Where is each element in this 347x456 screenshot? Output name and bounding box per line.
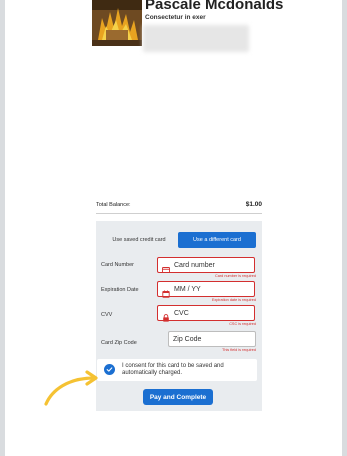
use-different-card-tab[interactable]: Use a different card (178, 232, 256, 248)
expiration-label: Expiration Date (101, 287, 139, 293)
card-number-error: Card number is required (215, 274, 256, 278)
lock-icon (162, 309, 170, 322)
balance-value: $1.00 (245, 201, 262, 208)
user-name: Pascale Mcdonalds (145, 0, 284, 13)
user-subtitle: Consectetur in exer (145, 14, 206, 21)
consent-box: I consent for this card to be saved and … (97, 359, 257, 381)
right-edge-shadow (342, 0, 347, 456)
expiration-input[interactable]: MM / YY (157, 281, 255, 298)
consent-checkbox[interactable] (104, 364, 115, 375)
expiration-error: Expiration date is required (211, 298, 256, 302)
pay-and-complete-button[interactable]: Pay and Complete (143, 389, 213, 405)
credit-card-icon (162, 261, 170, 273)
arrow-annotation-icon (44, 370, 98, 406)
zip-placeholder: Zip Code (173, 335, 202, 343)
calendar-icon (162, 285, 170, 298)
checkmark-icon (106, 367, 113, 372)
cvv-placeholder: CVC (174, 309, 189, 317)
zip-error: This field is required (222, 348, 256, 352)
expiration-placeholder: MM / YY (174, 285, 201, 293)
cvv-error: CSC is required (229, 322, 256, 326)
use-saved-card-tab[interactable]: Use saved credit card (103, 231, 175, 249)
payment-page: Pascale Mcdonalds Consectetur in exer To… (0, 0, 347, 456)
redacted-info (143, 25, 249, 52)
zip-input[interactable]: Zip Code (168, 331, 256, 347)
card-number-label: Card Number (101, 262, 135, 268)
payment-panel: Use saved credit card Use a different ca… (96, 221, 262, 411)
avatar (92, 0, 142, 46)
zip-label: Card Zip Code (101, 340, 137, 346)
cvv-input[interactable]: CVC (157, 305, 255, 322)
consent-text: I consent for this card to be saved and … (122, 363, 224, 376)
left-edge-shadow (0, 0, 5, 456)
cvv-label: CVV (101, 312, 113, 318)
divider (96, 213, 262, 214)
card-number-placeholder: Card number (174, 261, 215, 269)
card-number-input[interactable]: Card number (157, 257, 255, 273)
balance-row: Total Balance: $1.00 (96, 200, 262, 212)
balance-label: Total Balance: (96, 202, 131, 208)
